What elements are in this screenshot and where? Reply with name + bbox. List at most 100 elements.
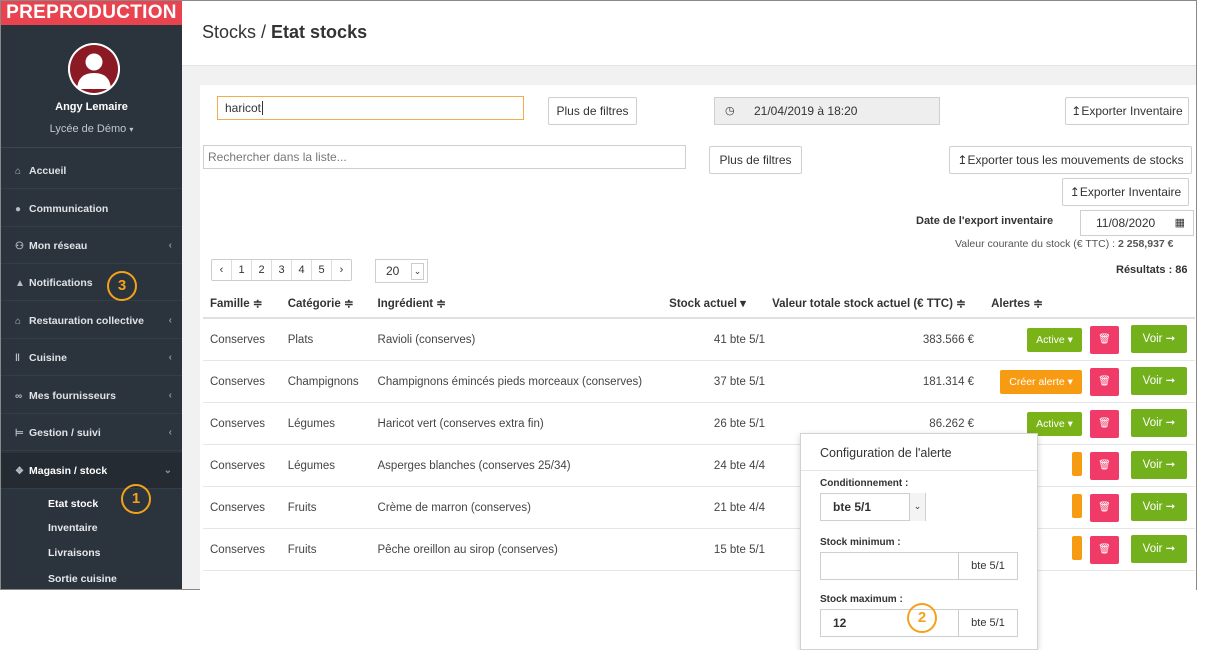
alert-dropdown[interactable] [1071,452,1082,476]
table-row: Conserves Fruits Crème de marron (conserve… [203,486,1195,529]
alert-dropdown[interactable] [1071,536,1082,560]
chevron-down-icon: ⌄ [411,263,424,280]
calendar-icon[interactable]: ▦ [1175,211,1185,235]
pagination-page-5[interactable]: 5 [312,260,332,280]
stock-value-amount: 2 258,937 € [1118,238,1174,250]
results-count: Résultats : 86 [1116,264,1188,276]
voir-button[interactable]: Voir ➞ [1131,409,1187,437]
table-row: Conserves Fruits Pêche oreillon au sirop (… [203,528,1195,571]
alert-active-dropdown[interactable]: Active ▾ [1027,327,1082,352]
stock-max-value: 12 [833,616,847,630]
table-row: Conserves Légumes Asperges blanches (conse… [203,444,1195,487]
callout-3: 3 [107,271,137,301]
export-icon: ↥ [1071,104,1082,118]
column-header-ingredient[interactable]: Ingrédient ≑ [370,289,663,319]
cell-valeur: 181.314 € [765,360,985,403]
search-filter-value: haricot [225,101,262,115]
voir-button[interactable]: Voir ➞ [1131,325,1187,353]
stock-max-label: Stock maximum : [820,594,903,605]
conditionnement-value: bte 5/1 [833,500,872,514]
cell-ingredient: Haricot vert (conserves extra fin) [370,402,663,445]
search-filter-input[interactable]: haricot [217,96,524,120]
cell-actions: 🗑 Voir ➞ [1081,360,1195,403]
column-header-valeur[interactable]: Valeur totale stock actuel (€ TTC) ≑ [765,289,985,319]
delete-button[interactable]: 🗑 [1090,326,1119,354]
clock-icon: ◷ [725,105,735,117]
pagination-page-1[interactable]: 1 [232,260,252,280]
date-display-value: 21/04/2019 à 18:20 [754,104,858,118]
chevron-down-icon: ⌄ [909,493,925,521]
cell-actions: 🗑 Voir ➞ [1081,444,1195,487]
list-search-input[interactable]: Rechercher dans la liste... [203,145,686,169]
callout-2: 2 [907,603,937,633]
stock-max-unit: bte 5/1 [958,609,1017,637]
delete-button[interactable]: 🗑 [1090,368,1119,396]
cell-categorie: Fruits [280,486,371,529]
cell-famille: Conserves [203,360,281,403]
table-row: Conserves Champignons Champignons émincés … [203,360,1195,403]
column-header-stock[interactable]: Stock actuel ▾ [662,289,766,319]
export-inventaire-button-2[interactable]: ↥Exporter Inventaire [1062,178,1189,206]
cell-categorie: Légumes [280,444,371,487]
divider [801,470,1037,471]
voir-button[interactable]: Voir ➞ [1131,451,1187,479]
cell-famille: Conserves [203,486,281,529]
pagination-page-3[interactable]: 3 [272,260,292,280]
export-icon: ↥ [957,153,968,167]
export-date-label: Date de l'export inventaire [916,215,1054,227]
cell-ingredient: Crème de marron (conserves) [370,486,663,529]
callout-1: 1 [121,484,151,514]
cell-stock: 24 bte 4/4 [662,444,766,487]
delete-button[interactable]: 🗑 [1090,410,1119,438]
create-alert-dropdown[interactable]: Créer alerte ▾ [1000,369,1082,394]
cell-famille: Conserves [203,444,281,487]
cell-famille: Conserves [203,402,281,445]
stock-value-label: Valeur courante du stock (€ TTC) : [955,238,1116,250]
cell-stock: 15 bte 5/1 [662,528,766,571]
pagination: ‹ 1 2 3 4 5 › [211,259,352,281]
stock-min-label: Stock minimum : [820,537,901,548]
table-row: Conserves Légumes Haricot vert (conserves … [203,402,1195,445]
page-size-select[interactable]: 20 ⌄ [375,259,428,283]
delete-button[interactable]: 🗑 [1090,536,1119,564]
export-inventaire-label: Exporter Inventaire [1081,104,1183,118]
conditionnement-select[interactable]: bte 5/1 ⌄ [820,493,926,521]
stock-min-unit: bte 5/1 [958,552,1017,580]
cell-categorie: Légumes [280,402,371,445]
more-filters-button-2[interactable]: Plus de filtres [709,146,802,174]
voir-button[interactable]: Voir ➞ [1131,367,1187,395]
more-filters-button[interactable]: Plus de filtres [548,97,637,125]
pagination-prev[interactable]: ‹ [212,260,232,280]
export-inventaire-button[interactable]: ↥Exporter Inventaire [1065,97,1189,125]
cell-actions: 🗑 Voir ➞ [1081,402,1195,445]
pagination-page-4[interactable]: 4 [292,260,312,280]
cell-stock: 41 bte 5/1 [662,318,766,361]
pagination-next[interactable]: › [332,260,351,280]
alert-dropdown[interactable] [1071,494,1082,518]
voir-button[interactable]: Voir ➞ [1131,493,1187,521]
cell-categorie: Champignons [280,360,371,403]
voir-button[interactable]: Voir ➞ [1131,535,1187,563]
pagination-page-2[interactable]: 2 [252,260,272,280]
cell-categorie: Fruits [280,528,371,571]
column-header-famille[interactable]: Famille ≑ [203,289,281,319]
column-header-categorie[interactable]: Catégorie ≑ [280,289,371,319]
delete-button[interactable]: 🗑 [1090,452,1119,480]
column-header-actions [1081,289,1195,319]
cell-famille: Conserves [203,318,281,361]
column-header-alertes[interactable]: Alertes ≑ [984,289,1082,319]
alert-active-dropdown[interactable]: Active ▾ [1027,411,1082,436]
export-inventaire-2-label: Exporter Inventaire [1079,185,1182,199]
delete-button[interactable]: 🗑 [1090,494,1119,522]
cell-stock: 26 bte 5/1 [662,402,766,445]
stock-min-input[interactable]: bte 5/1 [820,552,1018,580]
export-all-movements-label: Exporter tous les mouvements de stocks [967,153,1184,167]
stock-value-text: Valeur courante du stock (€ TTC) : 2 258… [955,238,1174,250]
alert-config-popup: Configuration de l'alerte Conditionnemen… [800,433,1038,650]
export-date-input[interactable]: 11/08/2020 ▦ [1080,210,1194,236]
cell-ingredient: Pêche oreillon au sirop (conserves) [370,528,663,571]
table-header-row: Famille ≑ Catégorie ≑ Ingrédient ≑ Stock… [203,289,1195,319]
stock-table: Famille ≑ Catégorie ≑ Ingrédient ≑ Stock… [203,289,1195,571]
conditionnement-label: Conditionnement : [820,478,909,489]
export-all-movements-button[interactable]: ↥Exporter tous les mouvements de stocks [949,146,1192,174]
